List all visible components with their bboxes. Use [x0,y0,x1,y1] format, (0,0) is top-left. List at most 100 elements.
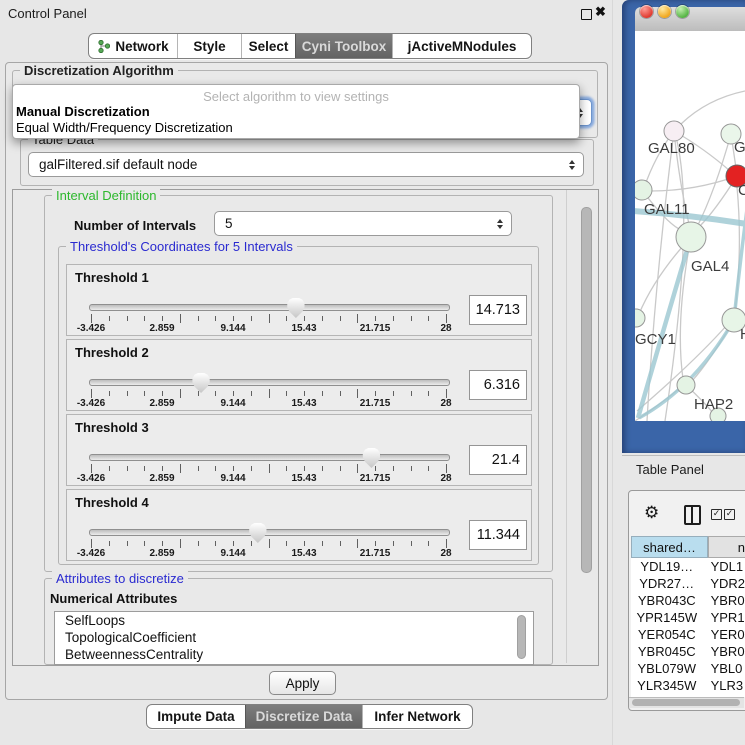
cell[interactable]: YPR1 [703,609,745,626]
cell[interactable]: YBR043C [631,592,703,609]
tab-select[interactable]: Select [241,34,295,58]
tab-impute-data[interactable]: Impute Data [147,705,245,728]
tick-label: 28 [440,398,451,409]
table-data-select[interactable]: galFiltered.sif default node [28,152,584,177]
zoom-traffic-light-icon[interactable] [676,5,689,18]
cell[interactable]: YBL0 [703,660,745,677]
node-gal11[interactable] [635,180,652,200]
tick-label: 2.859 [149,548,174,559]
tab-style[interactable]: Style [177,34,241,58]
node-label-h: H [740,326,745,343]
tick-label: 28 [440,323,451,334]
node-gcy1[interactable] [635,309,645,327]
popup-option-manual-discretization[interactable]: Manual Discretization [16,104,150,119]
tab-discretize-data-label: Discretize Data [256,709,353,724]
cell[interactable]: YDR2 [702,575,745,592]
columns-icon[interactable] [684,505,701,525]
algorithm-popup-placeholder: Select algorithm to view settings [13,89,579,104]
node-hap2[interactable] [677,376,695,394]
tick-label: 28 [440,473,451,484]
cell[interactable]: YER0 [703,626,745,643]
float-window-icon[interactable] [581,9,592,20]
cell[interactable]: YLR345W [631,677,703,694]
node-label-c: C [738,182,745,199]
spinner-arrows-icon [569,160,575,170]
cell[interactable]: YER054C [631,626,703,643]
network-canvas[interactable]: GAL80 G. GAL11 C GAL4 GCY1 H HAP2 [635,31,745,421]
spinner-arrows-icon [497,219,503,229]
table-panel-title: Table Panel [636,462,704,477]
tab-infer-network[interactable]: Infer Network [362,705,472,728]
numerical-attributes-list[interactable]: SelfLoops TopologicalCoefficient Between… [54,611,534,665]
tab-jactivemnodules-label: jActiveMNodules [408,39,517,54]
cell[interactable]: YLR3 [703,677,745,694]
attributes-group-title: Attributes to discretize [52,571,188,586]
list-item[interactable]: BetweennessCentrality [55,646,533,663]
cell[interactable]: YBR045C [631,643,703,660]
tick-label: 21.715 [360,398,391,409]
tab-jactivemnodules[interactable]: jActiveMNodules [392,34,531,58]
table-row[interactable]: YPR145WYPR1 [631,609,745,626]
node-gal80[interactable] [664,121,684,141]
table-row[interactable]: YDL19…YDL1 [631,558,745,575]
table-row[interactable]: YLR345WYLR3 [631,677,745,694]
tick-label: 15.43 [291,548,316,559]
tab-infer-network-label: Infer Network [374,709,460,724]
node-label-gal4: GAL4 [691,258,729,275]
table-row[interactable]: YBL079WYBL0 [631,660,745,677]
list-item[interactable]: TopologicalCoefficient [55,629,533,646]
screen: Control Panel ✖ Network Style Select Cyn… [0,0,745,745]
tick-label: 9.144 [220,473,245,484]
cell[interactable]: YPR145W [631,609,703,626]
table-row[interactable]: YDR27…YDR2 [631,575,745,592]
tab-cyni-toolbox[interactable]: Cyni Toolbox [295,34,392,58]
cell[interactable]: YBL079W [631,660,703,677]
checkbox-icon[interactable]: ✓ [724,509,735,520]
table-body[interactable]: YDL19…YDL1 YDR27…YDR2 YBR043CYBR0 YPR145… [631,558,745,697]
node-gal4[interactable] [676,222,706,252]
minimize-traffic-light-icon[interactable] [658,5,671,18]
column-header-name[interactable]: n [708,536,745,558]
cell[interactable]: YBR0 [703,592,745,609]
numerical-attributes-label: Numerical Attributes [50,591,177,606]
node-label-gcy1: GCY1 [635,331,676,348]
number-of-intervals-select[interactable]: 5 [214,211,512,236]
threshold-1-ticks [91,314,446,324]
split-pane-divider[interactable] [612,0,613,745]
cell[interactable]: YBR0 [703,643,745,660]
popup-option-equal-width-frequency[interactable]: Equal Width/Frequency Discretization [16,120,233,135]
tick-label: -3.426 [77,398,105,409]
table-horizontal-scrollbar[interactable] [629,697,744,708]
attributes-list-scrollbar[interactable] [517,615,526,659]
tick-label: -3.426 [77,323,105,334]
column-header-shared[interactable]: shared… [631,536,708,558]
threshold-1-value-field[interactable]: 14.713 [469,295,527,325]
table-row[interactable]: YBR043CYBR0 [631,592,745,609]
vertical-scrollbar[interactable] [581,207,592,573]
close-traffic-light-icon[interactable] [640,5,653,18]
node-label-g: G. [734,139,745,156]
close-icon[interactable]: ✖ [595,4,606,20]
tick-label: -3.426 [77,548,105,559]
cell[interactable]: YDR27… [631,575,702,592]
threshold-4-value-field[interactable]: 11.344 [469,520,527,550]
table-horizontal-scrollbar-thumb[interactable] [632,699,740,706]
tick-label: 2.859 [149,398,174,409]
threshold-3-label: Threshold 3 [75,420,149,435]
tab-style-label: Style [193,39,225,54]
node-label-gal11: GAL11 [644,201,690,218]
table-row[interactable]: YBR045CYBR0 [631,643,745,660]
cell[interactable]: YDL19… [631,558,703,575]
checkbox-icon[interactable]: ✓ [711,509,722,520]
threshold-3-value-field[interactable]: 21.4 [469,445,527,475]
tick-label: 15.43 [291,323,316,334]
table-row[interactable]: YER054CYER0 [631,626,745,643]
tick-label: 15.43 [291,473,316,484]
apply-button[interactable]: Apply [269,671,336,695]
list-item[interactable]: SelfLoops [55,612,533,629]
cell[interactable]: YDL1 [703,558,745,575]
tab-network[interactable]: Network [89,34,177,58]
threshold-2-value-field[interactable]: 6.316 [469,370,527,400]
tab-discretize-data[interactable]: Discretize Data [245,705,362,728]
gear-icon[interactable]: ⚙ [644,503,659,523]
